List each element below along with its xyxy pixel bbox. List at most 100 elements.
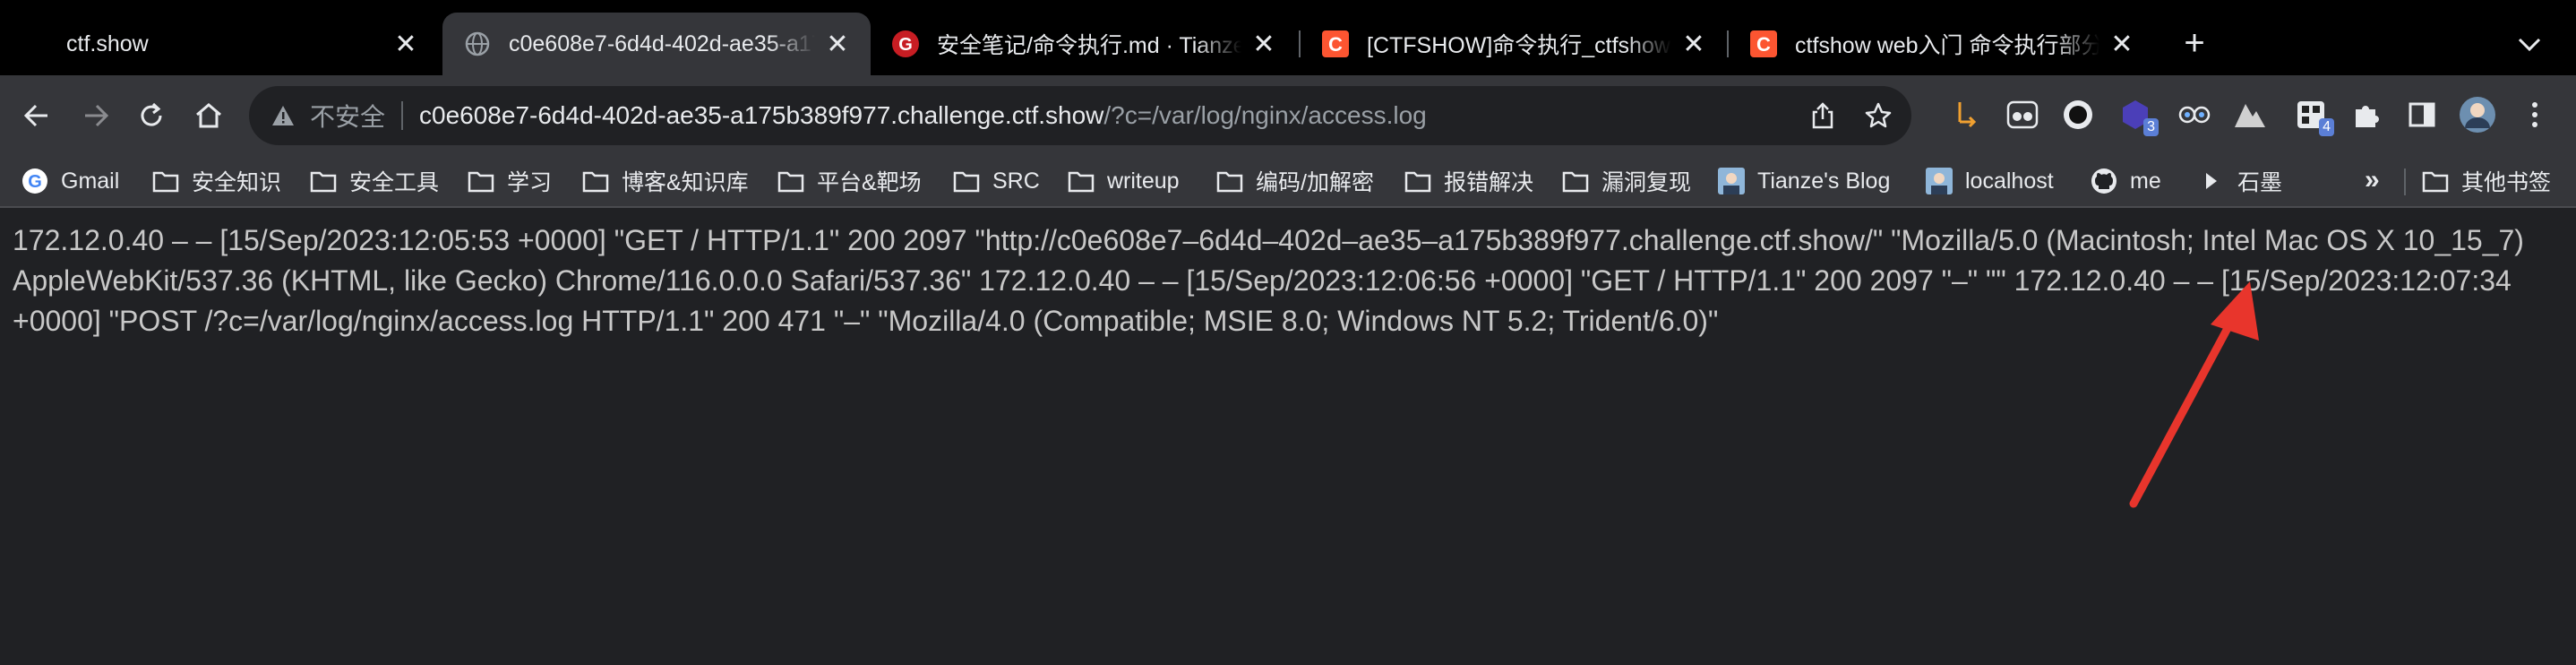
- reload-button[interactable]: [129, 93, 174, 138]
- folder-icon: [2422, 168, 2449, 194]
- bookmark-folder-encoding[interactable]: 编码/加解密: [1216, 163, 1374, 199]
- tab-title: [CTFSHOW]命令执行_ctfshow 命令执行: [1367, 33, 1671, 58]
- glasses-extension-icon[interactable]: [2003, 95, 2042, 134]
- reload-icon: [141, 102, 162, 126]
- bookmark-tianze-blog[interactable]: Tianze's Blog: [1718, 163, 1890, 199]
- owl-extension-icon[interactable]: [2175, 95, 2214, 134]
- csdn-icon: C: [1750, 30, 1777, 57]
- puzzle-icon[interactable]: [2347, 95, 2386, 134]
- shimo-icon: [2198, 168, 2225, 194]
- bookmark-label: 漏洞复现: [1601, 170, 1692, 195]
- side-panel-icon[interactable]: [2402, 95, 2442, 134]
- home-icon: [196, 103, 221, 128]
- bookmark-label: me: [2130, 168, 2161, 194]
- qr-extension-icon[interactable]: 4: [2291, 95, 2334, 136]
- bookmark-separator: [2404, 168, 2406, 195]
- bookmark-label: 学习: [507, 170, 553, 195]
- close-icon[interactable]: ✕: [2108, 30, 2135, 59]
- annotation-arrow-icon: [2129, 281, 2259, 508]
- not-secure-label[interactable]: 不安全: [310, 98, 385, 134]
- star-icon[interactable]: [1863, 100, 1893, 131]
- bookmark-label: Tianze's Blog: [1757, 168, 1891, 194]
- tab-gitee-notes[interactable]: G 安全笔记/命令执行.md · Tianze/安全笔记 ✕: [871, 13, 1297, 75]
- csdn-icon: C: [1322, 30, 1349, 57]
- tab-title: ctfshow web入门 命令执行部分: [1795, 33, 2099, 58]
- tab-csdn-web[interactable]: C ctfshow web入门 命令执行部分 ✕: [1729, 13, 2155, 75]
- bookmarks-overflow-button[interactable]: »: [2365, 165, 2380, 195]
- bookmark-folder-errors[interactable]: 报错解决: [1404, 163, 1533, 199]
- divider: [401, 101, 404, 130]
- kebab-menu-icon[interactable]: [2515, 95, 2555, 134]
- bookmark-gmail[interactable]: G Gmail: [21, 163, 119, 199]
- tab-search-button[interactable]: [2512, 27, 2547, 63]
- folder-icon: [310, 168, 337, 194]
- bookmark-folder-security-tools[interactable]: 安全工具: [310, 163, 439, 199]
- hexagon-extension-icon[interactable]: 3: [2116, 95, 2159, 136]
- url-host[interactable]: c0e608e7-6d4d-402d-ae35-a175b389f977.cha…: [419, 101, 1103, 130]
- address-bar[interactable]: 不安全 c0e608e7-6d4d-402d-ae35-a175b389f977…: [249, 86, 1911, 145]
- bookmark-folder-study[interactable]: 学习: [468, 163, 552, 199]
- tab-csdn-ctfshow[interactable]: C [CTFSHOW]命令执行_ctfshow 命令执行 ✕: [1301, 13, 1727, 75]
- bookmark-label: localhost: [1965, 168, 2054, 194]
- bookmark-label: 安全工具: [349, 170, 440, 195]
- page-content: 172.12.0.40 – – [15/Sep/2023:12:05:53 +0…: [0, 208, 2576, 665]
- svg-text:G: G: [28, 172, 42, 192]
- bookmark-folder-writeup[interactable]: writeup: [1068, 163, 1180, 199]
- url-path[interactable]: /?c=/var/log/nginx/access.log: [1103, 101, 1426, 130]
- bookmark-label: 编码/加解密: [1256, 170, 1374, 195]
- share-icon[interactable]: [1807, 100, 1838, 131]
- bookmark-label: Gmail: [61, 168, 120, 194]
- bookmark-label: 其他书签: [2461, 170, 2552, 195]
- back-button[interactable]: [14, 93, 59, 138]
- extension-badge: 3: [2143, 118, 2159, 136]
- bookmark-folder-security-knowledge[interactable]: 安全知识: [152, 163, 281, 199]
- close-icon[interactable]: ✕: [1680, 30, 1707, 59]
- close-icon[interactable]: ✕: [1250, 30, 1277, 59]
- bookmark-localhost[interactable]: localhost: [1926, 163, 2054, 199]
- arrow-left-icon: [23, 104, 47, 127]
- bookmark-label: 石墨: [2237, 170, 2283, 195]
- bookmark-folder-vulns[interactable]: 漏洞复现: [1562, 163, 1691, 199]
- mountain-extension-icon[interactable]: [2230, 95, 2270, 134]
- gitee-icon: G: [892, 30, 919, 57]
- folder-icon: [468, 168, 494, 194]
- bookmark-label: 平台&靶场: [817, 170, 922, 195]
- arrow-extension-icon[interactable]: [1944, 95, 1983, 134]
- svg-text:C: C: [1328, 33, 1343, 56]
- arrow-right-icon: [85, 104, 109, 127]
- bookmark-github-me[interactable]: me: [2091, 163, 2161, 199]
- svg-text:G: G: [898, 35, 913, 55]
- folder-icon: [1216, 168, 1243, 194]
- bookmark-folder-platforms[interactable]: 平台&靶场: [777, 163, 922, 199]
- bookmark-label: writeup: [1107, 168, 1180, 194]
- tab-ctfshow[interactable]: ctf.show ✕: [0, 13, 439, 75]
- folder-icon: [777, 168, 804, 194]
- new-tab-button[interactable]: +: [2175, 23, 2214, 63]
- folder-icon: [1068, 168, 1095, 194]
- forward-button[interactable]: [73, 93, 118, 138]
- chevron-down-icon: [2518, 38, 2541, 52]
- avatar-icon: [1718, 168, 1745, 194]
- folder-icon: [1404, 168, 1431, 194]
- bookmark-folder-blogs[interactable]: 博客&知识库: [582, 163, 749, 199]
- tab-title: 安全笔记/命令执行.md · Tianze/安全笔记: [937, 33, 1241, 58]
- close-icon[interactable]: ✕: [824, 30, 851, 59]
- profile-avatar[interactable]: [2458, 95, 2497, 134]
- tab-challenge[interactable]: c0e608e7-6d4d-402d-ae35-a175b389f977.cha…: [442, 13, 871, 75]
- avatar-icon: [1926, 168, 1953, 194]
- home-button[interactable]: [186, 93, 231, 138]
- toolbar: 不安全 c0e608e7-6d4d-402d-ae35-a175b389f977…: [0, 75, 2576, 156]
- warning-icon[interactable]: [270, 103, 296, 128]
- bookmark-label: 报错解决: [1444, 170, 1534, 195]
- extension-badge: 4: [2319, 118, 2334, 136]
- bookmark-shimo[interactable]: 石墨: [2198, 163, 2282, 199]
- close-icon[interactable]: ✕: [392, 30, 419, 59]
- bookmark-other[interactable]: 其他书签: [2422, 163, 2551, 199]
- svg-text:C: C: [1756, 33, 1771, 56]
- circle-extension-icon[interactable]: [2058, 95, 2098, 134]
- globe-icon: [464, 30, 491, 57]
- bookmark-label: SRC: [992, 168, 1040, 194]
- folder-icon: [1562, 168, 1589, 194]
- bookmark-folder-src[interactable]: SRC: [953, 163, 1040, 199]
- tab-strip: ctf.show ✕ c0e608e7-6d4d-402d-ae35-a175b…: [0, 0, 2576, 75]
